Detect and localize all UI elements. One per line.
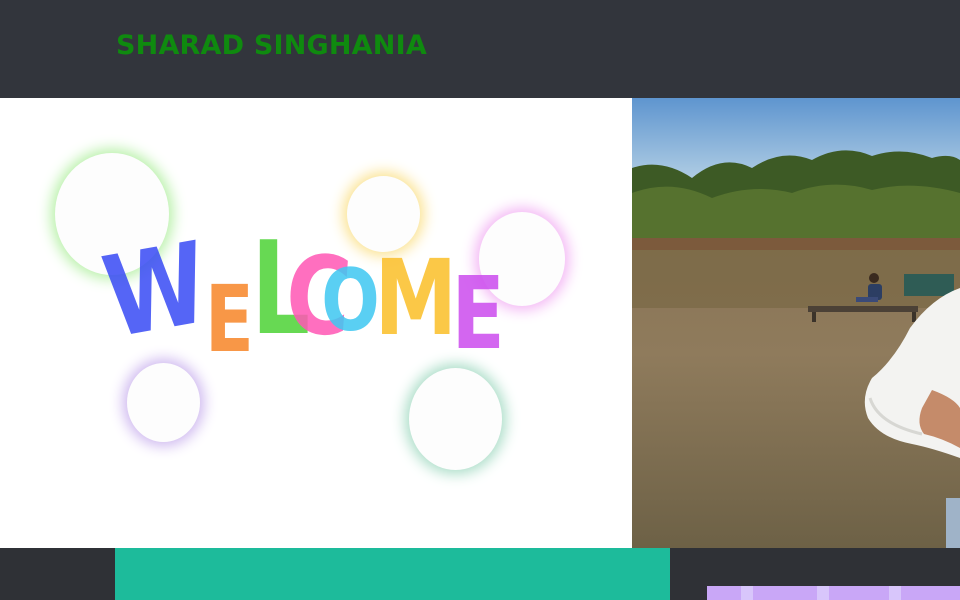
lilac-stripe <box>741 586 753 600</box>
welcome-letter: M <box>374 237 458 359</box>
site-header: SHARAD SINGHANIA <box>0 0 960 98</box>
lilac-content-block <box>707 586 960 600</box>
lilac-stripe <box>817 586 829 600</box>
welcome-letter: E <box>204 266 254 373</box>
lilac-stripe <box>889 586 901 600</box>
brand-logo-link[interactable]: SHARAD SINGHANIA <box>116 30 427 61</box>
welcome-banner: W E L C O M E <box>0 98 632 548</box>
welcome-letter: O <box>321 251 380 351</box>
welcome-word: W E L C O M E <box>0 98 632 548</box>
teal-content-block <box>115 548 670 600</box>
welcome-letter: W <box>94 218 218 364</box>
person-outdoor-photo-icon <box>632 98 960 548</box>
profile-photo <box>632 98 960 548</box>
welcome-letter: E <box>451 255 505 372</box>
